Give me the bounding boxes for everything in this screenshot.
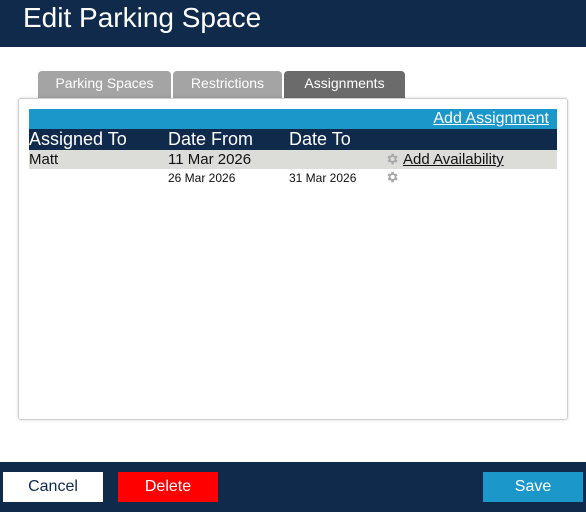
column-header-date-to: Date To <box>289 129 351 149</box>
table-row: 26 Mar 2026 31 Mar 2026 <box>29 169 557 187</box>
date-from-cell: 11 Mar 2026 <box>168 151 252 168</box>
save-button[interactable]: Save <box>483 472 583 502</box>
date-to-cell: 31 Mar 2026 <box>289 171 357 185</box>
assigned-to-cell: Matt <box>29 151 59 168</box>
add-availability-link[interactable]: Add Availability <box>403 150 504 169</box>
column-header-assigned-to: Assigned To <box>29 129 127 149</box>
footer-bar: Cancel Delete Save <box>0 462 586 512</box>
assignments-toolbar: Add Assignment <box>29 109 557 129</box>
tab-assignments[interactable]: Assignments <box>284 71 405 98</box>
date-from-cell: 26 Mar 2026 <box>168 171 236 185</box>
table-row: Matt 11 Mar 2026 Add Availability <box>29 150 557 169</box>
tab-parking-spaces[interactable]: Parking Spaces <box>38 71 171 98</box>
page-title: Edit Parking Space <box>23 2 262 33</box>
delete-button[interactable]: Delete <box>118 472 218 502</box>
add-assignment-link[interactable]: Add Assignment <box>433 109 549 129</box>
assignments-table-header: Assigned To Date From Date To <box>29 129 557 150</box>
column-header-date-from: Date From <box>168 129 254 149</box>
gear-icon[interactable] <box>385 170 399 184</box>
tab-restrictions[interactable]: Restrictions <box>173 71 282 98</box>
page-header: Edit Parking Space <box>0 0 586 47</box>
cancel-button[interactable]: Cancel <box>3 472 103 502</box>
gear-icon[interactable] <box>385 152 399 166</box>
